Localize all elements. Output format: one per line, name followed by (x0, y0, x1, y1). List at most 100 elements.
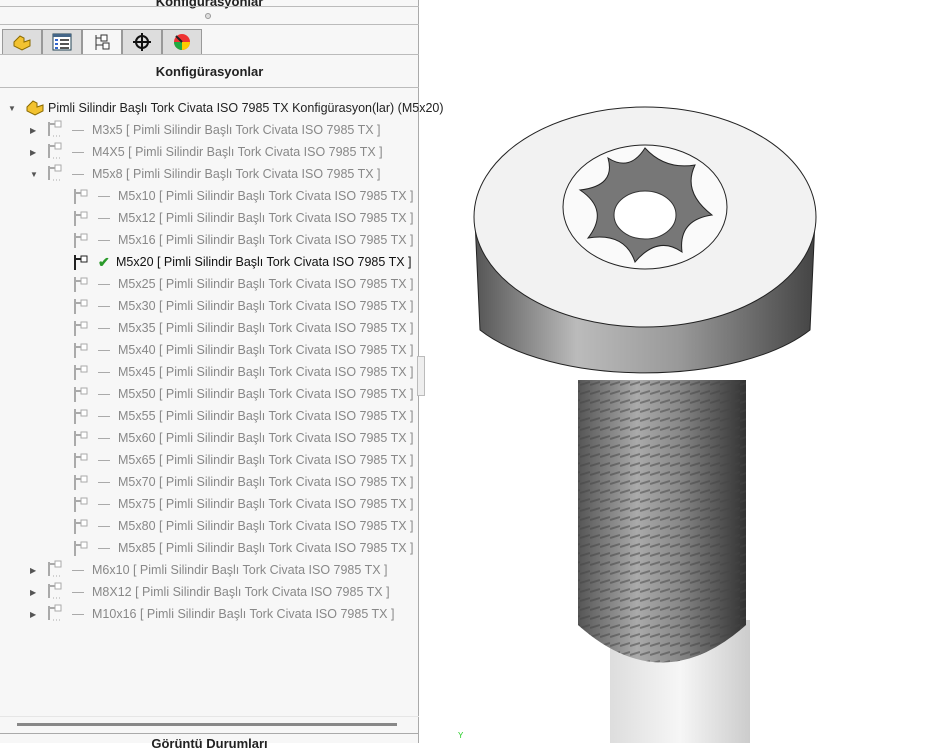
expand-arrow-icon[interactable]: ▶ (30, 588, 36, 597)
tree-item-config[interactable]: ▶ M8X12 [ Pimli Silindir Başlı Tork Civat… (30, 582, 390, 602)
divider (0, 54, 419, 55)
config-label: M8X12 [ Pimli Silindir Başlı Tork Civata… (92, 585, 390, 599)
divider (0, 6, 419, 7)
config-label: M5x10 [ Pimli Silindir Başlı Tork Civata… (118, 189, 413, 203)
config-label: M5x30 [ Pimli Silindir Başlı Tork Civata… (118, 299, 413, 313)
dash (98, 548, 110, 549)
configuration-manager-panel: Konfigürasyonlar Konfigürasyonlar ▼Pimli… (0, 0, 419, 743)
configuration-folder-icon (46, 142, 66, 160)
check-icon: ✔ (98, 254, 110, 271)
configuration-folder-icon (46, 604, 66, 622)
config-label: M5x16 [ Pimli Silindir Başlı Tork Civata… (118, 233, 413, 247)
tree-item-config[interactable]: M5x35 [ Pimli Silindir Başlı Tork Civata… (72, 318, 413, 338)
configuration-icon (72, 473, 92, 491)
expand-arrow-icon[interactable]: ▶ (30, 126, 36, 135)
configuration-folder-icon (46, 164, 66, 182)
tree-item-config[interactable]: ▶ M4X5 [ Pimli Silindir Başlı Tork Civata… (30, 142, 383, 162)
splitter-grip[interactable] (205, 13, 211, 19)
dash (98, 460, 110, 461)
manager-tabs (2, 29, 202, 55)
tree-item-config[interactable]: M5x12 [ Pimli Silindir Başlı Tork Civata… (72, 208, 413, 228)
tab-display-manager[interactable] (162, 29, 202, 55)
tree-item-config[interactable]: M5x65 [ Pimli Silindir Başlı Tork Civata… (72, 450, 413, 470)
display-manager-icon (172, 32, 192, 52)
part-icon (24, 98, 46, 119)
configuration-tree-icon (93, 33, 111, 53)
collapse-arrow-icon[interactable]: ▼ (8, 104, 16, 113)
crosshair-icon (132, 32, 152, 52)
tree-item-config[interactable]: ▶M3x5 [ Pimli Silindir Başlı Tork Civata… (30, 120, 381, 140)
dash (72, 152, 84, 153)
dash (98, 328, 110, 329)
dash (98, 306, 110, 307)
tree-item-config[interactable]: M5x16 [ Pimli Silindir Başlı Tork Civata… (72, 230, 413, 250)
tree-item-config[interactable]: M5x45 [ Pimli Silindir Başlı Tork Civata… (72, 362, 413, 382)
tree-item-config[interactable]: M5x10 [ Pimli Silindir Başlı Tork Civata… (72, 186, 413, 206)
config-label: M5x55 [ Pimli Silindir Başlı Tork Civata… (118, 409, 413, 423)
tree-item-config[interactable]: M5x40 [ Pimli Silindir Başlı Tork Civata… (72, 340, 413, 360)
tree-item-config[interactable]: M5x55 [ Pimli Silindir Başlı Tork Civata… (72, 406, 413, 426)
configuration-icon (72, 385, 92, 403)
root-label: Pimli Silindir Başlı Tork Civata ISO 798… (48, 101, 444, 115)
tab-dimxpert-manager[interactable] (122, 29, 162, 55)
divider (0, 733, 419, 734)
config-label: M5x85 [ Pimli Silindir Başlı Tork Civata… (118, 541, 413, 555)
part-icon (11, 32, 33, 52)
property-list-icon (52, 33, 72, 51)
tree-item-config[interactable]: M5x30 [ Pimli Silindir Başlı Tork Civata… (72, 296, 413, 316)
configuration-icon (72, 231, 92, 249)
display-states-title: Görüntü Durumları (0, 736, 419, 751)
divider (0, 24, 419, 25)
configuration-icon (72, 363, 92, 381)
section-title: Konfigürasyonlar (0, 64, 419, 79)
expand-arrow-icon[interactable]: ▶ (30, 566, 36, 575)
config-label: M5x70 [ Pimli Silindir Başlı Tork Civata… (118, 475, 413, 489)
tree-item-config-active[interactable]: ✔M5x20 [ Pimli Silindir Başlı Tork Civat… (72, 252, 411, 272)
tree-item-config[interactable]: ▼ M5x8 [ Pimli Silindir Başlı Tork Civata… (30, 164, 381, 184)
dash (98, 218, 110, 219)
config-label: M5x35 [ Pimli Silindir Başlı Tork Civata… (118, 321, 413, 335)
configuration-icon (72, 451, 92, 469)
center-pin-hole (614, 191, 676, 239)
config-label: M5x60 [ Pimli Silindir Başlı Tork Civata… (118, 431, 413, 445)
tree-item-config[interactable]: M5x80 [ Pimli Silindir Başlı Tork Civata… (72, 516, 413, 536)
tab-property-manager[interactable] (42, 29, 82, 55)
tree-root[interactable]: ▼ Pimli Silindir Başlı Tork Civata ISO 79… (8, 98, 444, 118)
config-label: M10x16 [ Pimli Silindir Başlı Tork Civat… (92, 607, 394, 621)
config-label: M5x25 [ Pimli Silindir Başlı Tork Civata… (118, 277, 413, 291)
tree-item-config[interactable]: M5x70 [ Pimli Silindir Başlı Tork Civata… (72, 472, 413, 492)
tab-feature-manager[interactable] (2, 29, 42, 55)
tree-item-config[interactable]: M5x50 [ Pimli Silindir Başlı Tork Civata… (72, 384, 413, 404)
tree-item-config[interactable]: ▶ M6x10 [ Pimli Silindir Başlı Tork Civat… (30, 560, 387, 580)
dash (98, 526, 110, 527)
tree-item-config[interactable]: M5x85 [ Pimli Silindir Başlı Tork Civata… (72, 538, 413, 558)
config-label: M5x12 [ Pimli Silindir Başlı Tork Civata… (118, 211, 413, 225)
tab-configuration-manager[interactable] (82, 29, 122, 55)
configuration-icon (72, 539, 92, 557)
configuration-icon (72, 319, 92, 337)
dash (98, 240, 110, 241)
horizontal-scrollbar[interactable] (17, 723, 397, 726)
tree-item-config[interactable]: M5x25 [ Pimli Silindir Başlı Tork Civata… (72, 274, 413, 294)
tree-item-config[interactable]: ▶ M10x16 [ Pimli Silindir Başlı Tork Civa… (30, 604, 394, 624)
tree-item-config[interactable]: M5x75 [ Pimli Silindir Başlı Tork Civata… (72, 494, 413, 514)
configuration-icon (72, 517, 92, 535)
expand-arrow-icon[interactable]: ▶ (30, 148, 36, 157)
expand-arrow-icon[interactable]: ▶ (30, 610, 36, 619)
config-label: M5x65 [ Pimli Silindir Başlı Tork Civata… (118, 453, 413, 467)
collapse-arrow-icon[interactable]: ▼ (30, 170, 38, 179)
screw-thread (578, 380, 746, 663)
dash (98, 416, 110, 417)
axis-label: Y (458, 731, 464, 740)
3d-viewport[interactable]: Y (420, 0, 942, 743)
config-label: M6x10 [ Pimli Silindir Başlı Tork Civata… (92, 563, 387, 577)
config-label: M5x80 [ Pimli Silindir Başlı Tork Civata… (118, 519, 413, 533)
config-label: M5x8 [ Pimli Silindir Başlı Tork Civata … (92, 167, 381, 181)
configuration-icon (72, 187, 92, 205)
configuration-folder-icon (46, 582, 66, 600)
configuration-icon (72, 253, 92, 271)
config-label: M5x50 [ Pimli Silindir Başlı Tork Civata… (118, 387, 413, 401)
tree-item-config[interactable]: M5x60 [ Pimli Silindir Başlı Tork Civata… (72, 428, 413, 448)
configuration-folder-icon (46, 560, 66, 578)
config-label: M4X5 [ Pimli Silindir Başlı Tork Civata … (92, 145, 383, 159)
